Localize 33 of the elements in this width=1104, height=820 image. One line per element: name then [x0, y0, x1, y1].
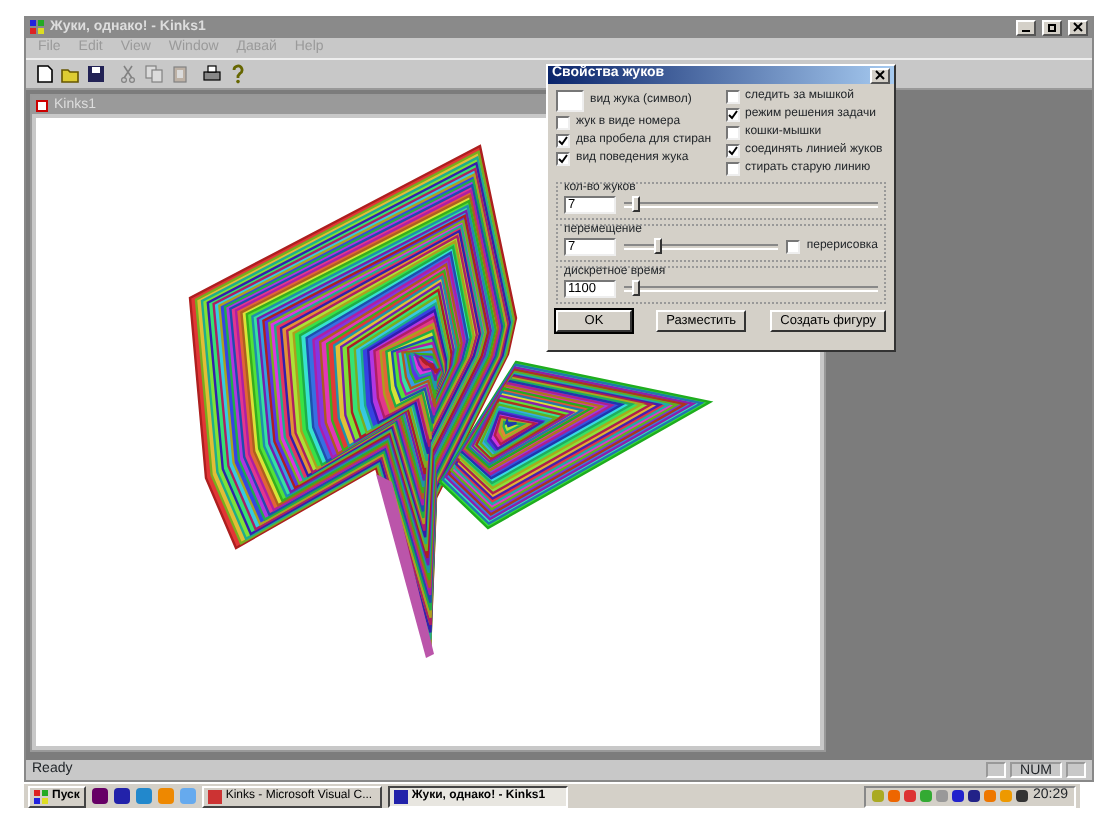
app-icon	[393, 789, 408, 803]
checkbox[interactable]	[725, 90, 739, 104]
printer-icon[interactable]	[202, 64, 222, 85]
checkbox[interactable]	[725, 144, 739, 158]
close-button[interactable]	[1068, 20, 1088, 36]
new-file-icon[interactable]	[34, 64, 54, 85]
checkbox[interactable]	[556, 134, 570, 148]
close-icon	[1072, 22, 1084, 32]
windows-logo-icon	[34, 789, 48, 803]
minimize-button[interactable]	[1016, 20, 1036, 36]
checkbox[interactable]	[725, 108, 739, 122]
checkbox[interactable]	[556, 152, 570, 166]
checkbox[interactable]	[786, 239, 801, 254]
slider-track[interactable]	[624, 243, 779, 250]
symbol-field[interactable]	[556, 90, 584, 112]
slider-thumb[interactable]	[631, 195, 640, 212]
checkbox[interactable]	[725, 162, 739, 176]
checkbox[interactable]	[556, 116, 570, 130]
restore-icon	[1046, 22, 1058, 32]
checkbox[interactable]	[725, 126, 739, 140]
slider-track[interactable]	[624, 285, 878, 292]
close-icon	[874, 69, 886, 79]
status-indicator	[1066, 762, 1086, 778]
slider-track[interactable]	[624, 201, 878, 208]
close-button[interactable]	[870, 67, 890, 83]
app-icon	[30, 19, 44, 34]
app-icon	[207, 789, 222, 803]
restore-button[interactable]	[1042, 20, 1062, 36]
document-icon	[36, 99, 48, 112]
question-mark-icon[interactable]	[228, 64, 248, 85]
status-indicator	[986, 762, 1007, 778]
slider-thumb[interactable]	[631, 279, 640, 296]
slider-thumb[interactable]	[654, 237, 663, 254]
